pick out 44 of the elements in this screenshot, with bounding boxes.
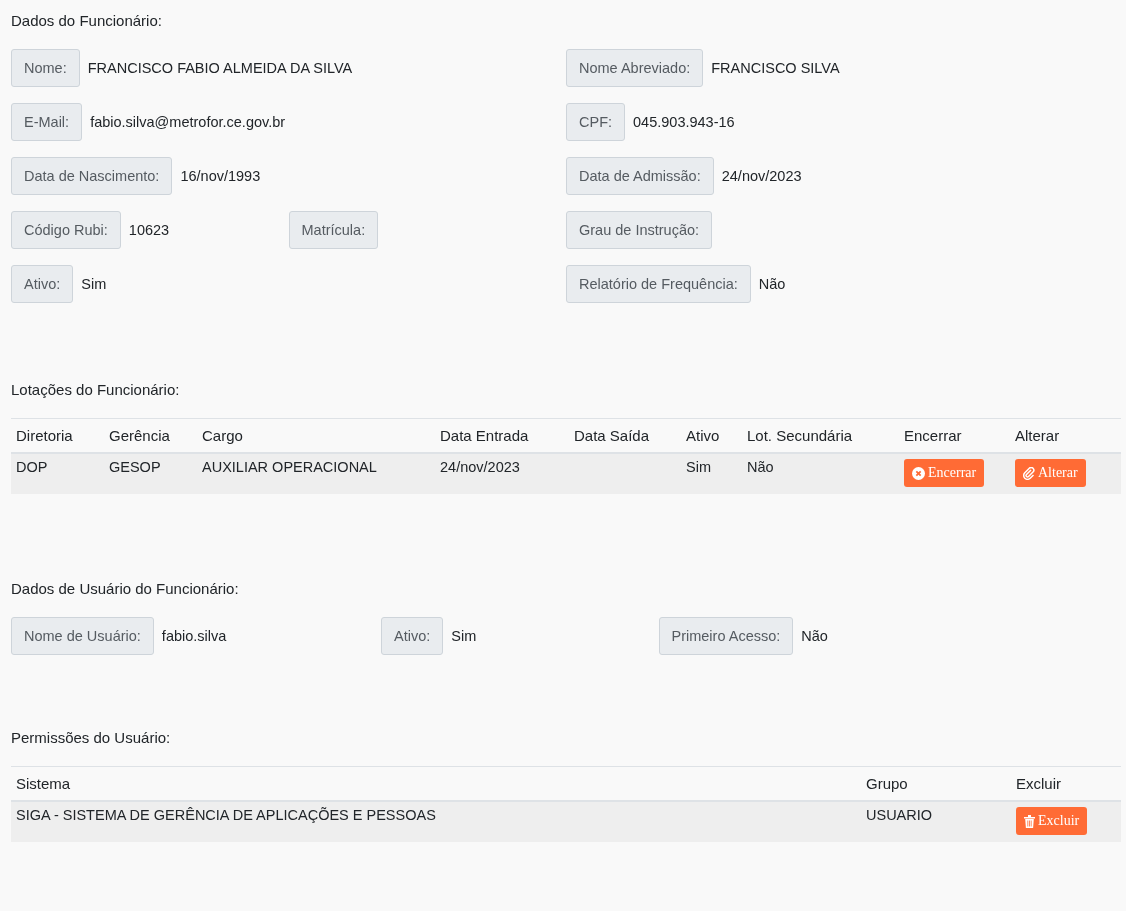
edit-button[interactable]: Alterar xyxy=(1015,459,1086,487)
field-label: Ativo: xyxy=(381,617,444,655)
field-value: 10623 xyxy=(127,222,170,238)
table-cell: GESOP xyxy=(104,453,197,494)
field-label: Nome Abreviado: xyxy=(566,49,704,87)
delete-button[interactable]: Excluir xyxy=(1016,807,1088,835)
close-icon xyxy=(912,466,925,480)
paperclip-icon xyxy=(1023,466,1035,480)
field-value: fabio.silva@metrofor.ce.gov.br xyxy=(89,114,286,130)
section-title: Dados do Funcionário: xyxy=(11,11,163,29)
section-title: Lotações do Funcionário: xyxy=(11,380,181,398)
field-label: Código Rubi: xyxy=(11,211,121,249)
field-label: Ativo: xyxy=(11,265,74,303)
field-value: 24/nov/2023 xyxy=(720,168,802,184)
field-label: Relatório de Frequência: xyxy=(566,265,751,303)
section-title: Permissões do Usuário: xyxy=(11,728,172,746)
field-value: 16/nov/1993 xyxy=(179,168,261,184)
field-label: CPF: xyxy=(566,103,626,141)
field-label: Matrícula: xyxy=(288,211,379,249)
table-cell: USUARIO xyxy=(861,801,1011,842)
table-cell: AUXILIAR OPERACIONAL xyxy=(197,453,435,494)
field-value: Sim xyxy=(80,276,107,292)
field-label: Data de Nascimento: xyxy=(11,157,173,195)
table-cell: Não xyxy=(742,453,899,494)
field-label: Primeiro Acesso: xyxy=(658,617,794,655)
field-value: Não xyxy=(757,276,786,292)
table-cell: DOP xyxy=(11,453,104,494)
table-cell: Sim xyxy=(681,453,742,494)
table-cell: SIGA - SISTEMA DE GERÊNCIA DE APLICAÇÕES E PESSOAS xyxy=(11,801,861,842)
field-value: 045.903.943-16 xyxy=(632,114,735,130)
field-value: FRANCISCO FABIO ALMEIDA DA SILVA xyxy=(86,60,353,76)
table-cell: 24/nov/2023 xyxy=(435,453,569,494)
field-value: Não xyxy=(800,628,828,644)
close-button[interactable]: Encerrar xyxy=(904,459,985,487)
field-label: Nome: xyxy=(11,49,80,87)
field-value: FRANCISCO SILVA xyxy=(710,60,840,76)
field-label: Nome de Usuário: xyxy=(11,617,154,655)
field-label: Data de Admissão: xyxy=(566,157,714,195)
field-value: Sim xyxy=(450,628,477,644)
field-label: Grau de Instrução: xyxy=(566,211,713,249)
field-value: fabio.silva xyxy=(160,628,227,644)
trash-icon xyxy=(1024,814,1035,828)
section-title: Dados de Usuário do Funcionário: xyxy=(11,579,240,597)
field-label: E-Mail: xyxy=(11,103,83,141)
